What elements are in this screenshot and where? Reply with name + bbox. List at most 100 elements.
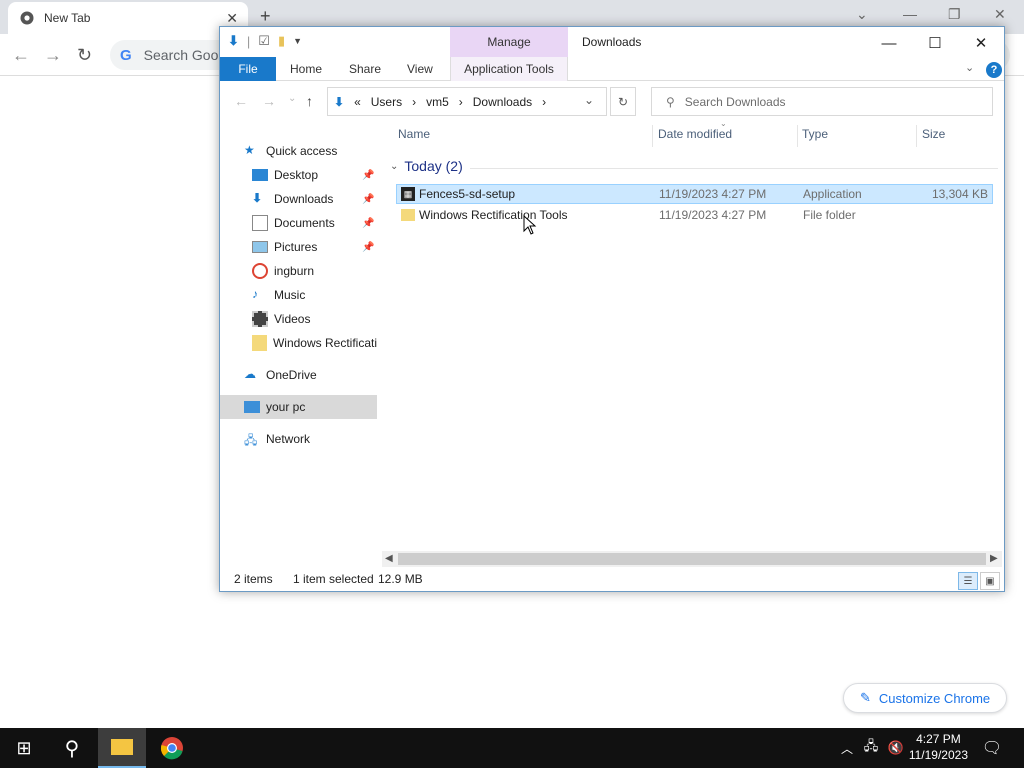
pin-icon[interactable]: 📌 bbox=[362, 170, 374, 181]
breadcrumb-users[interactable]: Users bbox=[371, 95, 402, 109]
tab-file[interactable]: File bbox=[220, 57, 276, 81]
tab-search-icon[interactable]: ⌄ bbox=[856, 6, 868, 23]
scroll-right-icon[interactable]: ▶ bbox=[990, 553, 998, 564]
column-divider[interactable] bbox=[797, 125, 798, 147]
tab-application-tools[interactable]: Application Tools bbox=[450, 57, 568, 81]
nav-label: Network bbox=[266, 432, 311, 446]
volume-muted-icon[interactable]: 🔇 bbox=[886, 728, 906, 768]
chrome-tab-new-tab[interactable]: New Tab ✕ bbox=[8, 2, 248, 34]
nav-desktop[interactable]: Desktop 📌 bbox=[220, 163, 377, 187]
customize-chrome-button[interactable]: ✎ Customize Chrome bbox=[843, 683, 1007, 713]
search-downloads-input[interactable]: ⚲ Search Downloads bbox=[651, 87, 993, 116]
chrome-close-button[interactable]: ✕ bbox=[994, 6, 1006, 23]
column-divider[interactable] bbox=[652, 125, 653, 147]
nav-pictures[interactable]: Pictures 📌 bbox=[220, 235, 377, 259]
nav-label: Windows Rectificati bbox=[272, 336, 377, 350]
address-dropdown-icon[interactable]: ⌄ bbox=[584, 93, 594, 107]
show-hidden-icons-icon[interactable]: ︿ bbox=[838, 728, 856, 768]
search-icon: ⚲ bbox=[666, 94, 675, 109]
recent-locations-icon[interactable]: ⌄ bbox=[288, 93, 296, 104]
group-header-today[interactable]: ⌄ Today (2) bbox=[390, 158, 463, 174]
up-arrow-icon[interactable]: ↑ bbox=[306, 93, 313, 109]
nav-quick-access[interactable]: ★ Quick access bbox=[220, 139, 377, 163]
tab-home[interactable]: Home bbox=[290, 57, 322, 81]
column-size[interactable]: Size bbox=[922, 127, 945, 141]
nav-ingburn[interactable]: ingburn bbox=[220, 259, 377, 283]
status-selected: 1 item selected bbox=[293, 572, 374, 586]
pin-icon[interactable]: 📌 bbox=[362, 194, 374, 205]
forward-arrow-icon[interactable]: → bbox=[262, 93, 276, 109]
pin-icon[interactable]: 📌 bbox=[362, 242, 374, 253]
help-icon[interactable]: ? bbox=[986, 62, 1002, 78]
folder-icon bbox=[401, 209, 415, 221]
ribbon-tabs bbox=[220, 57, 1004, 81]
minimize-button[interactable]: — bbox=[866, 31, 912, 55]
nav-documents[interactable]: Documents 📌 bbox=[220, 211, 377, 235]
chrome-minimize-button[interactable]: — bbox=[903, 6, 917, 22]
nav-videos[interactable]: Videos bbox=[220, 307, 377, 331]
nav-onedrive[interactable]: ☁ OneDrive bbox=[220, 363, 377, 387]
nav-downloads[interactable]: ⬇ Downloads 📌 bbox=[220, 187, 377, 211]
nav-label: OneDrive bbox=[266, 368, 317, 382]
pin-icon[interactable]: 📌 bbox=[362, 218, 374, 229]
address-bar[interactable]: ⬇ « Users › vm5 › Downloads › bbox=[327, 87, 607, 116]
status-bar: 2 items 1 item selected 12.9 MB bbox=[220, 567, 1004, 591]
star-icon: ★ bbox=[244, 143, 255, 157]
breadcrumb-chevron-icon: › bbox=[458, 94, 463, 109]
breadcrumb-downloads[interactable]: Downloads bbox=[473, 95, 532, 109]
refresh-button[interactable]: ↻ bbox=[610, 87, 636, 116]
search-icon[interactable]: ⚲ bbox=[48, 728, 96, 768]
collapse-chevron-icon[interactable]: ⌄ bbox=[390, 161, 398, 172]
chrome-taskbar-icon[interactable] bbox=[148, 728, 196, 768]
new-folder-icon[interactable]: ▮ bbox=[278, 33, 285, 49]
nav-music[interactable]: ♪ Music bbox=[220, 283, 377, 307]
back-arrow-icon[interactable]: ← bbox=[12, 45, 30, 66]
tab-share[interactable]: Share bbox=[349, 57, 381, 81]
nav-label: ingburn bbox=[274, 264, 315, 278]
music-icon: ♪ bbox=[252, 287, 258, 301]
tab-view[interactable]: View bbox=[407, 57, 433, 81]
file-row[interactable]: Windows Rectification Tools 11/19/2023 4… bbox=[396, 205, 993, 225]
chrome-restore-button[interactable]: ❐ bbox=[948, 6, 961, 23]
nav-label: Quick access bbox=[266, 144, 338, 158]
close-button[interactable]: ✕ bbox=[958, 31, 1004, 55]
nav-label: your pc bbox=[266, 400, 306, 414]
properties-icon[interactable]: ☑ bbox=[258, 33, 270, 49]
nav-windows-rectification[interactable]: Windows Rectificati bbox=[220, 331, 377, 355]
breadcrumb-vm5[interactable]: vm5 bbox=[426, 95, 449, 109]
system-clock[interactable]: 4:27 PM 11/19/2023 bbox=[909, 731, 968, 763]
breadcrumb-overflow[interactable]: « bbox=[354, 95, 361, 109]
network-status-icon[interactable]: 🖧 bbox=[862, 728, 880, 768]
large-icons-view-icon[interactable]: ▣ bbox=[980, 572, 1000, 590]
column-type[interactable]: Type bbox=[802, 127, 828, 141]
notifications-icon[interactable]: 🗨 bbox=[980, 728, 1004, 768]
scrollbar-thumb[interactable] bbox=[398, 553, 986, 565]
close-tab-icon[interactable]: ✕ bbox=[226, 10, 238, 27]
application-icon: ▦ bbox=[401, 187, 415, 201]
back-arrow-icon[interactable]: ← bbox=[234, 93, 248, 109]
column-date-modified[interactable]: Date modified bbox=[658, 127, 732, 141]
column-name[interactable]: Name bbox=[398, 127, 430, 141]
reload-icon[interactable]: ↻ bbox=[77, 45, 92, 66]
cloud-icon: ☁ bbox=[244, 367, 256, 381]
breadcrumb-chevron-icon: › bbox=[542, 94, 547, 109]
expand-ribbon-icon[interactable]: ⌄ bbox=[965, 61, 974, 74]
nav-network[interactable]: 🖧 Network bbox=[220, 427, 377, 451]
qat-customize-icon[interactable]: ▼ bbox=[293, 36, 302, 46]
file-date: 11/19/2023 4:27 PM bbox=[659, 187, 767, 201]
scroll-left-icon[interactable]: ◀ bbox=[385, 553, 393, 564]
file-name: Fences5-sd-setup bbox=[419, 187, 516, 201]
details-view-icon[interactable]: ☰ bbox=[958, 572, 978, 590]
chrome-tab-title: New Tab bbox=[44, 11, 91, 25]
window-title: Downloads bbox=[582, 35, 642, 49]
start-windows-icon[interactable]: ⊞ bbox=[0, 728, 48, 768]
new-tab-button[interactable]: + bbox=[260, 6, 271, 27]
file-row[interactable]: ▦ Fences5-sd-setup 11/19/2023 4:27 PM Ap… bbox=[396, 184, 993, 204]
maximize-button[interactable]: ☐ bbox=[912, 31, 958, 55]
qat-separator: | bbox=[246, 33, 251, 49]
file-explorer-taskbar-icon[interactable] bbox=[98, 728, 146, 768]
clock-date: 11/19/2023 bbox=[908, 748, 968, 762]
forward-arrow-icon[interactable]: → bbox=[44, 45, 62, 66]
nav-your-pc[interactable]: your pc bbox=[220, 395, 377, 419]
column-divider[interactable] bbox=[916, 125, 917, 147]
